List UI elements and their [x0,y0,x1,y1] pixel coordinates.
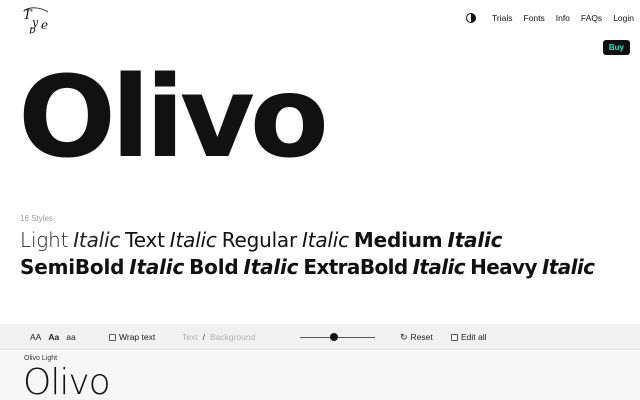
case-lower-button[interactable]: aa [66,332,75,342]
style-light-italic[interactable]: Italic [73,228,120,252]
style-medium[interactable]: Medium [354,228,443,252]
style-bold-italic[interactable]: Italic [243,255,298,279]
edit-all-checkbox[interactable] [451,333,458,341]
style-extrabold[interactable]: ExtraBold [303,255,408,279]
style-heavy-italic[interactable]: Italic [542,255,595,279]
nav-link-trials[interactable]: Trials [492,13,512,23]
color-pickers: Text / Background [182,324,255,350]
type-tester-toolbar: AA Aa aa Wrap text Text / Background ↻ R… [0,324,640,350]
style-semibold[interactable]: SemiBold [20,255,124,279]
edit-all-toggle[interactable]: Edit all [451,324,487,350]
nav-link-info[interactable]: Info [556,13,570,23]
wrap-text-checkbox[interactable] [109,333,116,341]
color-separator: / [202,332,205,342]
type-monogram-logo[interactable]: T y p e [22,6,56,34]
styles-list-row-1: Light Italic Text Italic Regular Italic Medium… [20,228,507,252]
case-title-button[interactable]: Aa [48,332,59,342]
style-heavy[interactable]: Heavy [470,255,537,279]
style-bold[interactable]: Bold [189,255,239,279]
type-preview-panel: Olivo Light Olivo [0,351,640,400]
reset-button[interactable]: ↻ Reset [400,324,433,350]
styles-list-row-2: SemiBold Italic Bold Italic ExtraBold Italic H… [20,255,599,279]
svg-text:p: p [29,25,36,34]
preview-style-label: Olivo Light [24,355,58,362]
background-color-picker[interactable]: Background [210,332,255,342]
font-name-hero: Olivo [18,53,329,183]
reset-label: Reset [410,332,433,342]
case-toggle-group: AA Aa aa [30,324,83,350]
font-size-slider[interactable] [300,324,375,350]
buy-button[interactable]: Buy [602,40,630,55]
wrap-text-label: Wrap text [119,332,156,342]
style-light[interactable]: Light [20,228,68,252]
styles-count: 16 Styles [20,214,53,223]
style-text[interactable]: Text [125,228,165,252]
style-text-italic[interactable]: Italic [170,228,217,252]
slider-thumb[interactable] [329,333,338,341]
case-upper-button[interactable]: AA [30,332,41,342]
rotate-icon: ↻ [400,331,408,342]
style-medium-italic[interactable]: Italic [447,228,502,252]
preview-sample-text[interactable]: Olivo [23,365,111,400]
contrast-icon[interactable] [466,13,476,23]
nav-link-login[interactable]: Login [613,13,634,23]
style-regular-italic[interactable]: Italic [302,228,349,252]
wrap-text-toggle[interactable]: Wrap text [109,324,155,350]
top-nav: Trials Fonts Info FAQs Login [466,13,634,23]
style-extrabold-italic[interactable]: Italic [413,255,466,279]
nav-link-fonts[interactable]: Fonts [523,13,544,23]
svg-text:e: e [41,18,48,32]
edit-all-label: Edit all [461,332,487,342]
style-semibold-italic[interactable]: Italic [129,255,184,279]
nav-link-faqs[interactable]: FAQs [581,13,602,23]
text-color-picker[interactable]: Text [182,332,198,342]
style-regular[interactable]: Regular [222,228,298,252]
